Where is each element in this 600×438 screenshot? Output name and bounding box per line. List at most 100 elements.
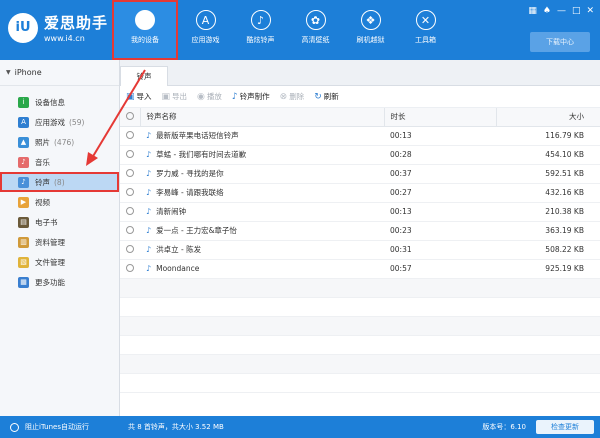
table-row[interactable]: ♪ 爱一点 - 王力宏&章子怡 00:23 363.19 KB — [120, 221, 600, 241]
sidebar-item-0[interactable]: i 设备信息 — [0, 92, 119, 112]
sidebar-item-label: 音乐 — [35, 157, 50, 167]
sidebar-item-5[interactable]: ▶ 视频 — [0, 192, 119, 212]
sidebar-item-label: 文件管理 — [35, 257, 65, 267]
table-row[interactable]: ♪ 洪卓立 - 陈发 00:31 508.22 KB — [120, 240, 600, 260]
ringtone-name: 罗力威 - 寻找的是你 — [156, 169, 224, 178]
version-label: 版本号：6.10 — [482, 423, 526, 431]
book-icon: ▤ — [18, 216, 29, 228]
bell-icon: ♪ — [146, 226, 152, 235]
sidebar-item-label: 设备信息 — [35, 97, 65, 107]
window-control-2-icon[interactable]: — — [557, 6, 566, 16]
bell-icon: ♪ — [18, 176, 29, 188]
table-row[interactable]: ♪ 罗力威 - 寻找的是你 00:37 592.51 KB — [120, 164, 600, 184]
toolbar-label: 刷新 — [323, 92, 339, 101]
toolbar-delete-button[interactable]: ⊗ 删除 — [280, 91, 305, 102]
row-checkbox[interactable] — [120, 183, 140, 203]
check-update-button[interactable]: 检查更新 — [536, 420, 594, 434]
row-checkbox[interactable] — [120, 126, 140, 146]
bell-icon: ♪ — [146, 169, 152, 178]
column-name[interactable]: 铃声名称 — [140, 108, 385, 127]
main-panel: 铃声 ▣ 导入 ▣ 导出 ◉ 播放 ♪ 铃声制作 ⊗ 删除 ↻ 刷新 铃声名称 时长 大小 ♪ 最新版苹… — [120, 60, 600, 416]
window-controls: ▦ ♠ — □ ✕ — [528, 6, 594, 16]
column-duration[interactable]: 时长 — [384, 108, 497, 127]
radio-icon — [10, 422, 19, 432]
nav-label: 应用游戏 — [191, 36, 220, 44]
bell-icon: ♪ — [146, 131, 152, 140]
sidebar-item-count: (476) — [54, 137, 75, 147]
device-selector[interactable]: ▼ iPhone — [0, 60, 119, 86]
window-control-3-icon[interactable]: □ — [572, 6, 581, 16]
nav-item-4[interactable]: ❖ 刷机越狱 — [343, 0, 398, 60]
toolbar-label: 播放 — [206, 92, 222, 101]
sidebar-item-3[interactable]: ♪ 音乐 — [0, 152, 119, 172]
table-row[interactable]: ♪ 清新闹钟 00:13 210.38 KB — [120, 202, 600, 222]
sidebar-item-label: 应用游戏 — [35, 117, 65, 127]
table-row[interactable]: ♪ 李易峰 - 请跟我联络 00:27 432.16 KB — [120, 183, 600, 203]
ringtone-duration: 00:27 — [384, 183, 496, 203]
nav-label: 刷机越狱 — [356, 36, 385, 44]
status-bar: 阻止iTunes自动运行 共 8 首铃声，共大小 3.52 MB 版本号：6.1… — [0, 416, 600, 438]
window-control-4-icon[interactable]: ✕ — [586, 6, 594, 16]
itunes-autorun-toggle[interactable]: 阻止iTunes自动运行 — [0, 422, 120, 432]
toolbar-bell-make-button[interactable]: ♪ 铃声制作 — [232, 91, 270, 102]
row-checkbox[interactable] — [120, 145, 140, 165]
row-checkbox[interactable] — [120, 259, 140, 279]
toolbar: ▣ 导入 ▣ 导出 ◉ 播放 ♪ 铃声制作 ⊗ 删除 ↻ 刷新 — [120, 86, 600, 108]
nav-item-2[interactable]: ♪ 酷炫铃声 — [233, 0, 288, 60]
download-center-button[interactable]: 下载中心 — [530, 32, 590, 52]
table-row[interactable]: ♪ 最新版苹果电话短信铃声 00:13 116.79 KB — [120, 126, 600, 146]
table-body: ♪ 最新版苹果电话短信铃声 00:13 116.79 KB ♪ 草蜢 - 我们哪有时间去道… — [120, 126, 600, 393]
sidebar-item-4[interactable]: ♪ 铃声 (8) — [0, 172, 119, 192]
delete-icon: ⊗ — [279, 91, 288, 102]
sidebar-item-label: 资料管理 — [35, 237, 65, 247]
refresh-icon: ↻ — [314, 91, 322, 102]
sidebar-item-label: 照片 — [35, 137, 50, 147]
sidebar-item-6[interactable]: ▤ 电子书 — [0, 212, 119, 232]
ringtone-name: 李易峰 - 请跟我联络 — [156, 188, 224, 197]
flower-icon: ✿ — [305, 10, 326, 30]
video-icon: ▶ — [18, 196, 29, 208]
sidebar-item-label: 铃声 — [35, 177, 50, 187]
toolbar-refresh-button[interactable]: ↻ 刷新 — [314, 91, 339, 102]
sidebar-item-7[interactable]: ▥ 资料管理 — [0, 232, 119, 252]
ringtone-name: 爱一点 - 王力宏&章子怡 — [156, 226, 237, 235]
nav-item-3[interactable]: ✿ 高清壁纸 — [288, 0, 343, 60]
import-icon: ▣ — [126, 91, 135, 102]
toolbar-play-button[interactable]: ◉ 播放 — [197, 91, 222, 102]
ringtone-size: 116.79 KB — [496, 126, 600, 146]
row-checkbox[interactable] — [120, 164, 140, 184]
info-icon: i — [18, 96, 29, 108]
toolbar-export-button[interactable]: ▣ 导出 — [162, 91, 188, 102]
nav-item-0[interactable]: 我的设备 — [112, 0, 178, 60]
column-size[interactable]: 大小 — [496, 108, 600, 127]
sidebar-item-1[interactable]: A 应用游戏 (59) — [0, 112, 119, 132]
table-row[interactable]: ♪ 草蜢 - 我们哪有时间去道歉 00:28 454.10 KB — [120, 145, 600, 165]
sidebar-item-8[interactable]: ▧ 文件管理 — [0, 252, 119, 272]
ringtone-size: 508.22 KB — [496, 240, 600, 260]
row-checkbox[interactable] — [120, 221, 140, 241]
row-checkbox[interactable] — [120, 202, 140, 222]
select-all-checkbox[interactable] — [120, 108, 141, 127]
table-row[interactable]: ♪ Moondance 00:57 925.19 KB — [120, 259, 600, 279]
window-control-0-icon[interactable]: ▦ — [528, 6, 537, 16]
sidebar-item-2[interactable]: ▲ 照片 (476) — [0, 132, 119, 152]
photo-icon: ▲ — [18, 136, 29, 148]
export-icon: ▣ — [161, 91, 171, 102]
nav-item-1[interactable]: A 应用游戏 — [178, 0, 233, 60]
toolbar-import-button[interactable]: ▣ 导入 — [126, 91, 152, 102]
folder-icon: ▧ — [18, 256, 29, 268]
tab-bar: 铃声 — [120, 60, 600, 86]
row-checkbox[interactable] — [120, 240, 140, 260]
tab-ringtones[interactable]: 铃声 — [120, 66, 168, 86]
ringtone-duration: 00:13 — [384, 126, 496, 146]
sidebar-item-label: 电子书 — [35, 217, 58, 227]
window-control-1-icon[interactable]: ♠ — [543, 6, 551, 16]
top-nav: 我的设备 A 应用游戏 ♪ 酷炫铃声 ✿ 高清壁纸 ❖ 刷机越狱 ✕ 工具箱 — [112, 0, 453, 60]
empty-row — [120, 278, 600, 298]
sidebar-item-9[interactable]: ▦ 更多功能 — [0, 272, 119, 292]
ringtone-size: 432.16 KB — [496, 183, 600, 203]
sidebar-list: i 设备信息 A 应用游戏 (59) ▲ 照片 (476) ♪ 音乐 ♪ 铃声 (8) ▶ 视频 ▤ 电子书 ▥ 资… — [0, 92, 119, 292]
ringtone-size: 454.10 KB — [496, 145, 600, 165]
ringtone-name: 最新版苹果电话短信铃声 — [156, 131, 239, 140]
nav-item-5[interactable]: ✕ 工具箱 — [398, 0, 453, 60]
